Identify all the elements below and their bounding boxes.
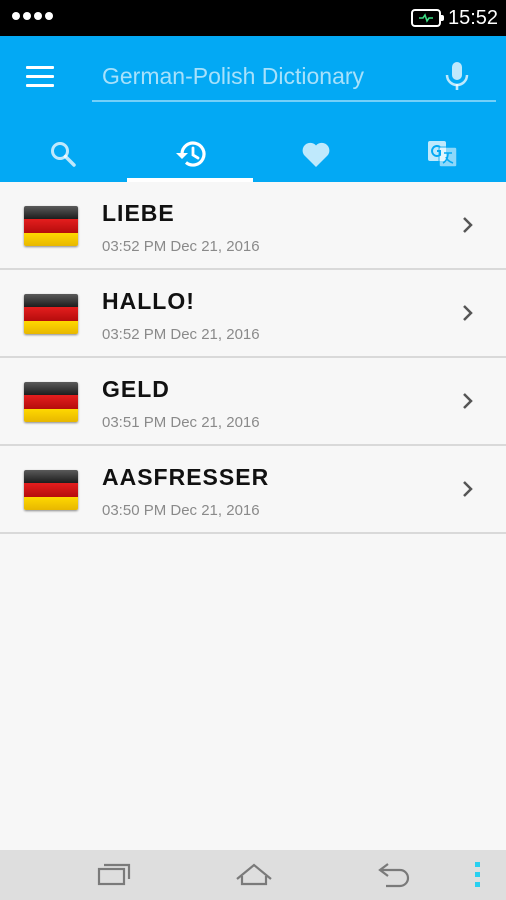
history-list: LIEBE 03:52 PM Dec 21, 2016 HALLO! 03:52… (0, 182, 506, 534)
app-bar (0, 36, 506, 182)
recent-apps-icon[interactable] (96, 860, 132, 888)
hamburger-menu-icon[interactable] (26, 66, 54, 88)
search-icon (51, 142, 76, 167)
history-item[interactable]: HALLO! 03:52 PM Dec 21, 2016 (0, 270, 506, 358)
status-bar: 15:52 (0, 0, 506, 36)
system-navigation-bar (0, 850, 506, 900)
chevron-right-icon (463, 393, 473, 409)
german-flag-icon (24, 206, 78, 246)
tab-search[interactable] (0, 126, 127, 182)
battery-icon (411, 9, 444, 27)
tab-favorites[interactable] (253, 126, 380, 182)
history-timestamp: 03:51 PM Dec 21, 2016 (102, 414, 260, 431)
chevron-right-icon (463, 481, 473, 497)
history-timestamp: 03:52 PM Dec 21, 2016 (102, 326, 260, 343)
status-clock: 15:52 (448, 7, 499, 29)
history-word: GELD (102, 376, 170, 402)
history-icon (175, 141, 206, 167)
history-word: HALLO! (102, 288, 195, 314)
back-icon[interactable] (376, 860, 412, 888)
home-icon[interactable] (234, 860, 274, 888)
overflow-menu-icon[interactable] (475, 862, 480, 892)
chevron-right-icon (463, 305, 473, 321)
history-word: AASFRESSER (102, 464, 270, 490)
history-timestamp: 03:50 PM Dec 21, 2016 (102, 502, 260, 519)
tab-bar (0, 126, 506, 182)
german-flag-icon (24, 382, 78, 422)
search-input[interactable] (92, 54, 422, 98)
history-timestamp: 03:52 PM Dec 21, 2016 (102, 238, 260, 255)
history-item[interactable]: LIEBE 03:52 PM Dec 21, 2016 (0, 182, 506, 270)
translate-icon (427, 141, 458, 168)
german-flag-icon (24, 470, 78, 510)
search-field (92, 54, 496, 102)
microphone-icon[interactable] (444, 60, 470, 99)
tab-history[interactable] (126, 126, 254, 182)
signal-strength-icon (12, 12, 53, 20)
history-word: LIEBE (102, 200, 175, 226)
tab-translate[interactable] (380, 126, 506, 182)
chevron-right-icon (463, 217, 473, 233)
heart-icon (302, 142, 330, 167)
history-item[interactable]: GELD 03:51 PM Dec 21, 2016 (0, 358, 506, 446)
german-flag-icon (24, 294, 78, 334)
history-item[interactable]: AASFRESSER 03:50 PM Dec 21, 2016 (0, 446, 506, 534)
